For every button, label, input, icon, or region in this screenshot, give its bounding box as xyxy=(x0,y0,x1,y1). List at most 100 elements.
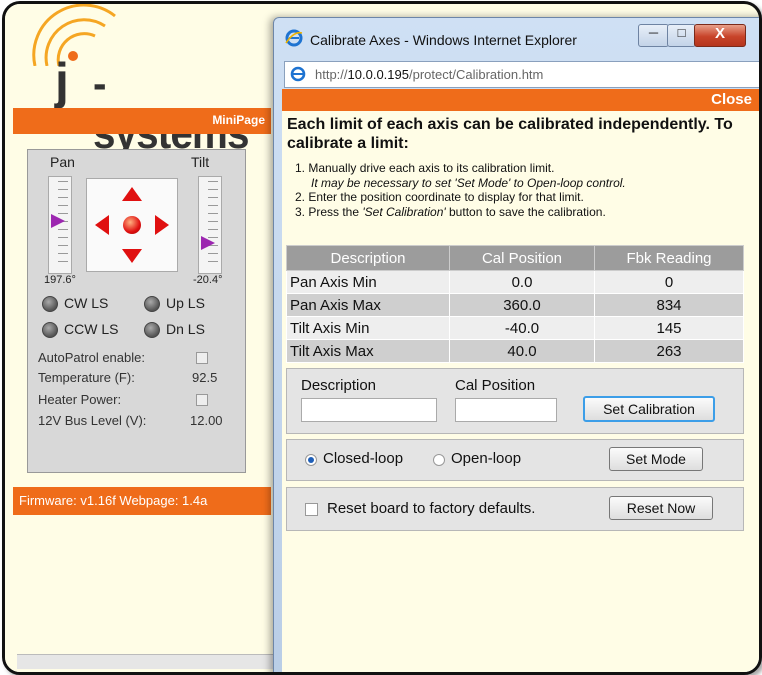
arrow-up-icon[interactable] xyxy=(122,187,142,201)
cell-description: Tilt Axis Min xyxy=(286,316,450,340)
dn-ls-label: Dn LS xyxy=(166,321,205,337)
tilt-slider-thumb[interactable] xyxy=(201,236,215,251)
address-bar[interactable]: http://10.0.0.195/protect/Calibration.ht… xyxy=(284,61,759,88)
logo: j -systems xyxy=(5,4,275,158)
window-close-button[interactable]: X xyxy=(694,24,746,47)
firmware-text: Firmware: v1.16f Webpage: 1.4a xyxy=(19,493,208,508)
col-description: Description xyxy=(286,245,450,271)
tilt-label: Tilt xyxy=(191,154,210,170)
direction-pad xyxy=(86,178,178,272)
cell-description: Tilt Axis Max xyxy=(286,339,450,363)
temperature-value: 92.5 xyxy=(192,370,218,385)
cell-fbk-reading: 834 xyxy=(594,293,744,317)
cell-fbk-reading: 0 xyxy=(594,270,744,294)
open-loop-label: Open-loop xyxy=(451,450,522,467)
cw-ls-led-icon xyxy=(42,296,58,312)
pan-slider[interactable] xyxy=(48,176,72,274)
ie-window: Calibrate Axes - Windows Internet Explor… xyxy=(273,17,759,672)
temperature-label: Temperature (F): xyxy=(38,370,135,385)
up-ls-label: Up LS xyxy=(166,295,205,311)
heater-power-checkbox[interactable] xyxy=(196,394,208,406)
minipage-link[interactable]: MiniPage xyxy=(212,113,265,127)
reset-box: Reset board to factory defaults. Reset N… xyxy=(286,487,744,531)
popup-content: Close Each limit of each axis can be cal… xyxy=(282,89,759,672)
window-controls: ─ □ X xyxy=(638,24,759,48)
mode-box: Closed-loop Open-loop Set Mode xyxy=(286,439,744,481)
header-bar: MiniPage xyxy=(13,108,271,134)
tilt-value: -20.4° xyxy=(193,274,223,286)
ccw-ls-label: CCW LS xyxy=(64,321,119,337)
logo-j: j xyxy=(55,53,69,109)
screen-frame: j -systems MiniPage Pan Tilt xyxy=(2,1,762,675)
cell-cal-position: 0.0 xyxy=(449,270,595,294)
autopatrol-checkbox[interactable] xyxy=(196,352,208,364)
background-scrollbar[interactable] xyxy=(17,654,275,669)
cell-fbk-reading: 145 xyxy=(594,316,744,340)
tilt-slider[interactable] xyxy=(198,176,222,274)
ccw-ls-led-icon xyxy=(42,322,58,338)
cw-ls-label: CW LS xyxy=(64,295,109,311)
heater-power-label: Heater Power: xyxy=(38,392,122,407)
close-bar: Close xyxy=(282,89,759,111)
step-1-note-text: It may be necessary to set 'Set Mode' to… xyxy=(311,175,626,190)
ie-logo-icon xyxy=(285,29,303,47)
arrow-right-icon[interactable] xyxy=(155,215,169,235)
page-ie-icon xyxy=(290,66,306,82)
step-3-c: button to save the calibration. xyxy=(445,204,606,219)
wifi-signal-icon xyxy=(32,4,116,66)
arrow-down-icon[interactable] xyxy=(122,249,142,263)
cell-cal-position: -40.0 xyxy=(449,316,595,340)
table-row[interactable]: Tilt Axis Min -40.0 145 xyxy=(286,316,744,340)
minimize-button[interactable]: ─ xyxy=(638,24,669,47)
pan-value: 197.6° xyxy=(44,274,76,286)
table-row[interactable]: Pan Axis Min 0.0 0 xyxy=(286,270,744,294)
step-1-note: It may be necessary to set 'Set Mode' to… xyxy=(295,176,755,191)
bus-level-value: 12.00 xyxy=(190,413,223,428)
cell-description: Pan Axis Max xyxy=(286,293,450,317)
calibration-form: Description Cal Position Set Calibration xyxy=(286,368,744,434)
description-label: Description xyxy=(301,377,377,394)
maximize-icon: □ xyxy=(677,25,686,40)
step-1: 1. Manually drive each axis to its calib… xyxy=(295,161,555,175)
reset-now-button[interactable]: Reset Now xyxy=(609,496,713,520)
col-fbk-reading: Fbk Reading xyxy=(594,245,744,271)
autopatrol-label: AutoPatrol enable: xyxy=(38,350,145,365)
cal-position-label: Cal Position xyxy=(455,377,536,394)
tilt-slider-ticks xyxy=(208,181,218,269)
arrow-left-icon[interactable] xyxy=(95,215,109,235)
maximize-button[interactable]: □ xyxy=(667,24,696,47)
step-3-a: 3. Press the xyxy=(295,204,363,219)
url-prefix: http:// xyxy=(315,67,348,82)
window-title: Calibrate Axes - Windows Internet Explor… xyxy=(310,32,577,48)
table-header-row: Description Cal Position Fbk Reading xyxy=(286,245,744,271)
closed-loop-label: Closed-loop xyxy=(323,450,404,467)
step-3: 3. Press the 'Set Calibration' button to… xyxy=(295,205,755,220)
url-path: /protect/Calibration.htm xyxy=(408,67,544,82)
intro-text: Each limit of each axis can be calibrate… xyxy=(287,116,733,152)
step-3-b: 'Set Calibration' xyxy=(362,204,446,219)
reset-checkbox[interactable] xyxy=(305,503,318,516)
url-text: http://10.0.0.195/protect/Calibration.ht… xyxy=(315,67,543,82)
cell-description: Pan Axis Min xyxy=(286,270,450,294)
description-input[interactable] xyxy=(301,398,437,422)
open-loop-radio[interactable] xyxy=(433,454,445,466)
close-icon: X xyxy=(714,25,725,42)
up-ls-led-icon xyxy=(144,296,160,312)
stop-button[interactable] xyxy=(123,216,141,234)
table-row[interactable]: Pan Axis Max 360.0 834 xyxy=(286,293,744,317)
set-mode-button[interactable]: Set Mode xyxy=(609,447,703,471)
cal-position-input[interactable] xyxy=(455,398,557,422)
instruction-steps: 1. Manually drive each axis to its calib… xyxy=(295,161,755,219)
close-link[interactable]: Close xyxy=(711,91,752,108)
url-host: 10.0.0.195 xyxy=(347,67,409,82)
cell-cal-position: 40.0 xyxy=(449,339,595,363)
set-calibration-button[interactable]: Set Calibration xyxy=(583,396,715,422)
dn-ls-led-icon xyxy=(144,322,160,338)
pan-slider-thumb[interactable] xyxy=(51,213,65,228)
cell-fbk-reading: 263 xyxy=(594,339,744,363)
reset-label: Reset board to factory defaults. xyxy=(327,500,536,517)
closed-loop-radio[interactable] xyxy=(305,454,317,466)
bus-level-label: 12V Bus Level (V): xyxy=(38,413,147,428)
table-row[interactable]: Tilt Axis Max 40.0 263 xyxy=(286,339,744,363)
calibration-table: Description Cal Position Fbk Reading Pan… xyxy=(286,245,744,363)
